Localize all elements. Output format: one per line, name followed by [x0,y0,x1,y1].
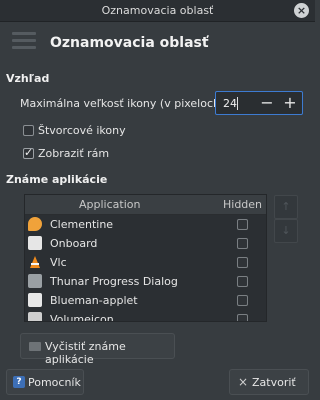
column-header-application[interactable]: Application [79,198,140,211]
increment-button[interactable]: + [279,93,301,113]
page-title: Oznamovacia oblasť [50,35,209,51]
table-row[interactable]: Onboard [25,234,266,253]
hidden-checkbox[interactable] [237,314,248,321]
app-name: Blueman-applet [50,294,138,307]
app-name: Thunar Progress Dialog [50,275,178,288]
hidden-checkbox[interactable] [237,219,248,230]
table-header: Application Hidden [25,195,266,215]
dialog-header: Oznamovacia oblasť [0,22,315,68]
help-button[interactable]: ? Pomocník [6,369,84,395]
known-apps-section-label: Známe aplikácie [6,173,108,186]
hidden-checkbox[interactable] [237,295,248,306]
volumeicon-icon [28,312,42,321]
show-frame-checkbox[interactable] [23,146,34,159]
app-name: Vlc [50,256,67,269]
show-frame-label: Zobraziť rám [38,147,110,160]
app-name: Volumeicon [50,313,114,322]
close-x-icon: × [238,375,249,389]
hidden-checkbox[interactable] [237,238,248,249]
max-icon-size-input[interactable]: 24 [223,97,237,110]
close-icon[interactable]: × [294,3,309,18]
window-titlebar: Oznamovacia oblasť × [0,0,315,22]
table-row[interactable]: Volumeicon [25,310,266,322]
vlc-icon [28,255,42,269]
hidden-checkbox[interactable] [237,257,248,268]
square-icons-checkbox[interactable] [23,125,34,136]
panel-menu-icon [12,32,36,54]
move-up-button[interactable]: ↑ [274,195,298,219]
max-icon-size-spinbox[interactable]: 24 − + [215,91,303,115]
table-row[interactable]: Vlc [25,253,266,272]
window-title: Oznamovacia oblasť [101,4,214,17]
help-button-label: Pomocník [28,376,81,389]
decrement-button[interactable]: − [256,93,278,113]
table-row[interactable]: Clementine [25,215,266,234]
clear-known-apps-button[interactable]: Vyčistiť známe aplikácie [20,333,175,366]
thunar-icon [28,274,42,288]
text-caret [237,97,238,110]
appearance-section-label: Vzhľad [6,72,50,85]
column-header-hidden[interactable]: Hidden [223,198,262,211]
max-icon-size-label: Maximálna veľkosť ikony (v pixeloch): [20,97,228,110]
blueman-icon [28,293,42,307]
clementine-icon [28,217,42,231]
clear-icon [29,342,41,351]
clear-button-label: Vyčistiť známe aplikácie [45,340,126,366]
table-row[interactable]: Blueman-applet [25,291,266,310]
app-name: Clementine [50,218,114,231]
move-down-button[interactable]: ↓ [274,219,298,243]
close-button[interactable]: × Zatvoriť [229,369,309,395]
square-icons-label: Štvorcové ikony [38,124,126,137]
app-name: Onboard [50,237,98,250]
close-button-label: Zatvoriť [252,376,296,389]
known-apps-table[interactable]: Application Hidden Clementine Onboard Vl… [24,194,267,322]
onboard-icon [28,236,42,250]
table-row[interactable]: Thunar Progress Dialog [25,272,266,291]
help-icon: ? [13,376,25,388]
hidden-checkbox[interactable] [237,276,248,287]
